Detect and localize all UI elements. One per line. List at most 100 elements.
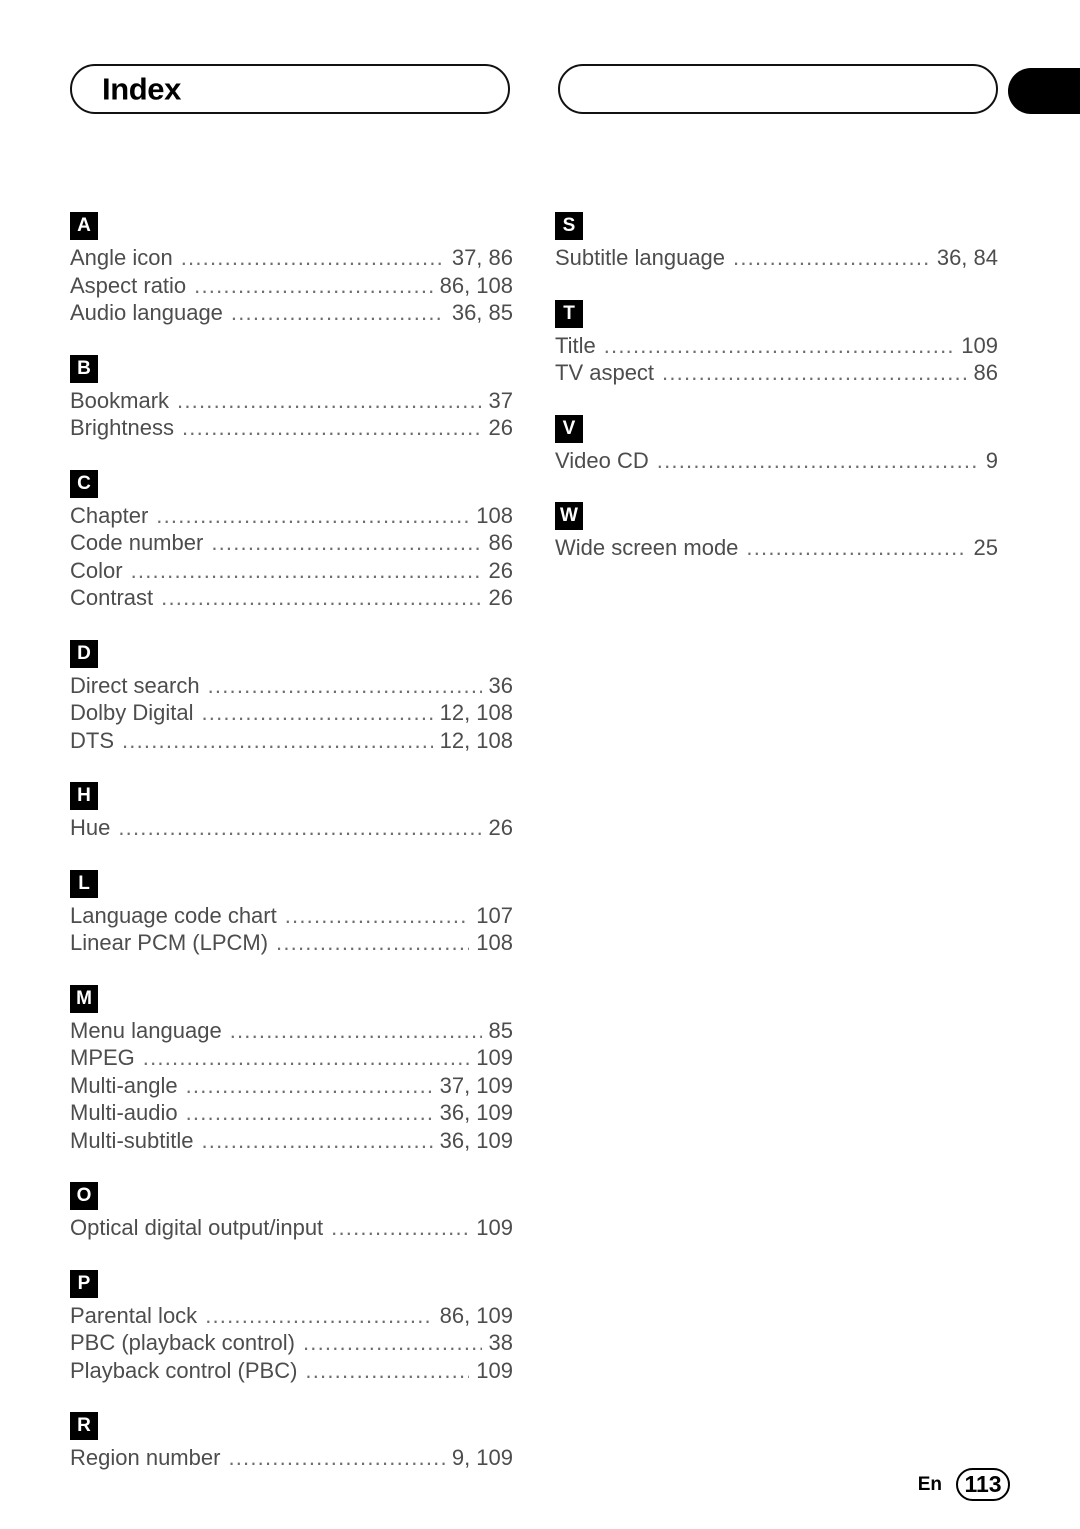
index-entry-pages: 86 — [488, 530, 513, 555]
index-entry-leader: ........................................… — [662, 360, 966, 385]
index-entry-pages: 109 — [476, 1045, 513, 1070]
index-entry-leader: ........................................… — [305, 1357, 469, 1383]
section-letter-badge: W — [555, 502, 583, 530]
index-entry[interactable]: Language code chart.....................… — [70, 902, 513, 930]
index-entry-label: Bookmark — [70, 387, 170, 413]
index-column-left: A Angle icon.............................… — [70, 212, 513, 1472]
index-entry-pages: 12, 108 — [439, 700, 513, 725]
index-entry-pages: 86, 109 — [439, 1302, 513, 1328]
section-letter-badge: R — [70, 1412, 98, 1440]
index-entry[interactable]: Menu language...........................… — [70, 1017, 513, 1045]
footer-language-code: En — [917, 1473, 942, 1495]
index-entry-leader: ........................................… — [156, 502, 470, 528]
index-entry[interactable]: Parental lock...........................… — [70, 1302, 513, 1330]
index-entry[interactable]: DTS.....................................… — [70, 727, 513, 755]
header-title-pill: Index — [70, 64, 510, 114]
footer-page-number: 113 — [956, 1468, 1010, 1501]
index-entry-label: Parental lock — [70, 1302, 198, 1328]
section-letter-badge: O — [70, 1182, 98, 1210]
index-entry[interactable]: Dolby Digital...........................… — [70, 699, 513, 727]
index-entry[interactable]: Optical digital output/input............… — [70, 1214, 513, 1242]
section-letter-badge: V — [555, 414, 583, 443]
index-entry[interactable]: MPEG....................................… — [70, 1044, 513, 1072]
index-entry-leader: ........................................… — [118, 815, 481, 840]
index-entry-label: Contrast — [70, 585, 154, 610]
index-entry[interactable]: Aspect ratio............................… — [70, 272, 513, 300]
index-entry[interactable]: Title...................................… — [555, 332, 998, 360]
index-entry-pages: 36, 85 — [451, 300, 513, 325]
index-section-h: H Hue....................................… — [70, 782, 513, 842]
page-header: Index — [70, 64, 1080, 116]
index-entry-pages: 25 — [973, 535, 998, 560]
section-letter-badge: P — [70, 1269, 98, 1298]
index-entry[interactable]: Color...................................… — [70, 557, 513, 585]
index-entry-label: Audio language — [70, 300, 223, 325]
index-entry-leader: ........................................… — [194, 272, 432, 298]
index-entry-leader: ........................................… — [733, 245, 930, 270]
index-entry-label: Multi-subtitle — [70, 1127, 194, 1153]
index-entry-pages: 109 — [476, 1357, 513, 1383]
index-entry[interactable]: Audio language..........................… — [70, 299, 513, 327]
index-entry-leader: ........................................… — [142, 1045, 470, 1070]
index-entry-leader: ........................................… — [284, 902, 470, 928]
index-entry[interactable]: Code number.............................… — [70, 529, 513, 557]
index-section-w: W Wide screen mode.......................… — [555, 502, 998, 562]
index-entry[interactable]: Chapter.................................… — [70, 502, 513, 530]
index-entry[interactable]: Multi-angle.............................… — [70, 1072, 513, 1100]
index-entry[interactable]: Direct search...........................… — [70, 672, 513, 700]
index-entry-label: MPEG — [70, 1045, 135, 1070]
index-section-l: L Language code chart....................… — [70, 869, 513, 957]
index-entry[interactable]: Wide screen mode........................… — [555, 534, 998, 562]
section-edge-tab — [1008, 68, 1080, 114]
index-entry-label: Brightness — [70, 415, 174, 440]
index-entry-label: DTS — [70, 727, 114, 753]
index-entry[interactable]: Contrast................................… — [70, 584, 513, 612]
index-section-c: C Chapter................................… — [70, 469, 513, 612]
index-entry[interactable]: Video CD................................… — [555, 447, 998, 475]
index-entry[interactable]: Linear PCM (LPCM).......................… — [70, 929, 513, 957]
index-entry-leader: ........................................… — [656, 447, 979, 473]
section-letter-badge: S — [555, 212, 583, 240]
index-section-p: P Parental lock..........................… — [70, 1269, 513, 1385]
index-section-b: B Bookmark...............................… — [70, 354, 513, 442]
index-section-o: O Optical digital output/input...........… — [70, 1182, 513, 1242]
index-entry-pages: 86, 108 — [439, 272, 513, 298]
index-entry-leader: ........................................… — [130, 557, 482, 583]
index-entry-leader: ........................................… — [201, 1127, 432, 1153]
index-entry[interactable]: Region number...........................… — [70, 1444, 513, 1472]
index-entry-leader: ........................................… — [207, 672, 482, 698]
index-entry-label: Chapter — [70, 502, 149, 528]
index-entry[interactable]: PBC (playback control)..................… — [70, 1329, 513, 1357]
index-entry-label: Region number — [70, 1445, 221, 1470]
index-section-s: S Subtitle language......................… — [555, 212, 998, 272]
index-entry-leader: ........................................… — [276, 930, 469, 955]
index-entry-label: Menu language — [70, 1017, 222, 1043]
index-section-a: A Angle icon.............................… — [70, 212, 513, 327]
index-entry[interactable]: Angle icon..............................… — [70, 244, 513, 272]
index-entry-label: Language code chart — [70, 902, 277, 928]
index-entry-pages: 85 — [488, 1017, 513, 1043]
index-section-t: T Title..................................… — [555, 299, 998, 387]
section-letter-badge: M — [70, 984, 98, 1013]
index-entry-leader: ........................................… — [201, 700, 433, 725]
index-entry-pages: 26 — [488, 415, 513, 440]
index-entry-label: Hue — [70, 815, 111, 840]
index-entry[interactable]: Multi-audio.............................… — [70, 1099, 513, 1127]
index-entry-label: Angle icon — [70, 245, 173, 270]
index-entry[interactable]: Playback control (PBC)..................… — [70, 1357, 513, 1385]
index-entry-pages: 37, 109 — [439, 1072, 513, 1098]
index-entry[interactable]: TV aspect...............................… — [555, 359, 998, 387]
index-entry-pages: 108 — [476, 930, 513, 955]
index-entry-pages: 36, 109 — [439, 1127, 513, 1153]
index-entry[interactable]: Hue.....................................… — [70, 814, 513, 842]
index-entry-pages: 9 — [985, 447, 998, 473]
index-entry[interactable]: Subtitle language.......................… — [555, 244, 998, 272]
index-entry[interactable]: Bookmark................................… — [70, 387, 513, 415]
index-entry-leader: ........................................… — [122, 727, 433, 753]
index-entry-leader: ........................................… — [181, 415, 482, 440]
index-entry[interactable]: Multi-subtitle..........................… — [70, 1127, 513, 1155]
index-entry-label: Dolby Digital — [70, 700, 194, 725]
index-entry-leader: ........................................… — [177, 387, 481, 413]
index-section-v: V Video CD...............................… — [555, 414, 998, 475]
index-entry[interactable]: Brightness..............................… — [70, 414, 513, 442]
